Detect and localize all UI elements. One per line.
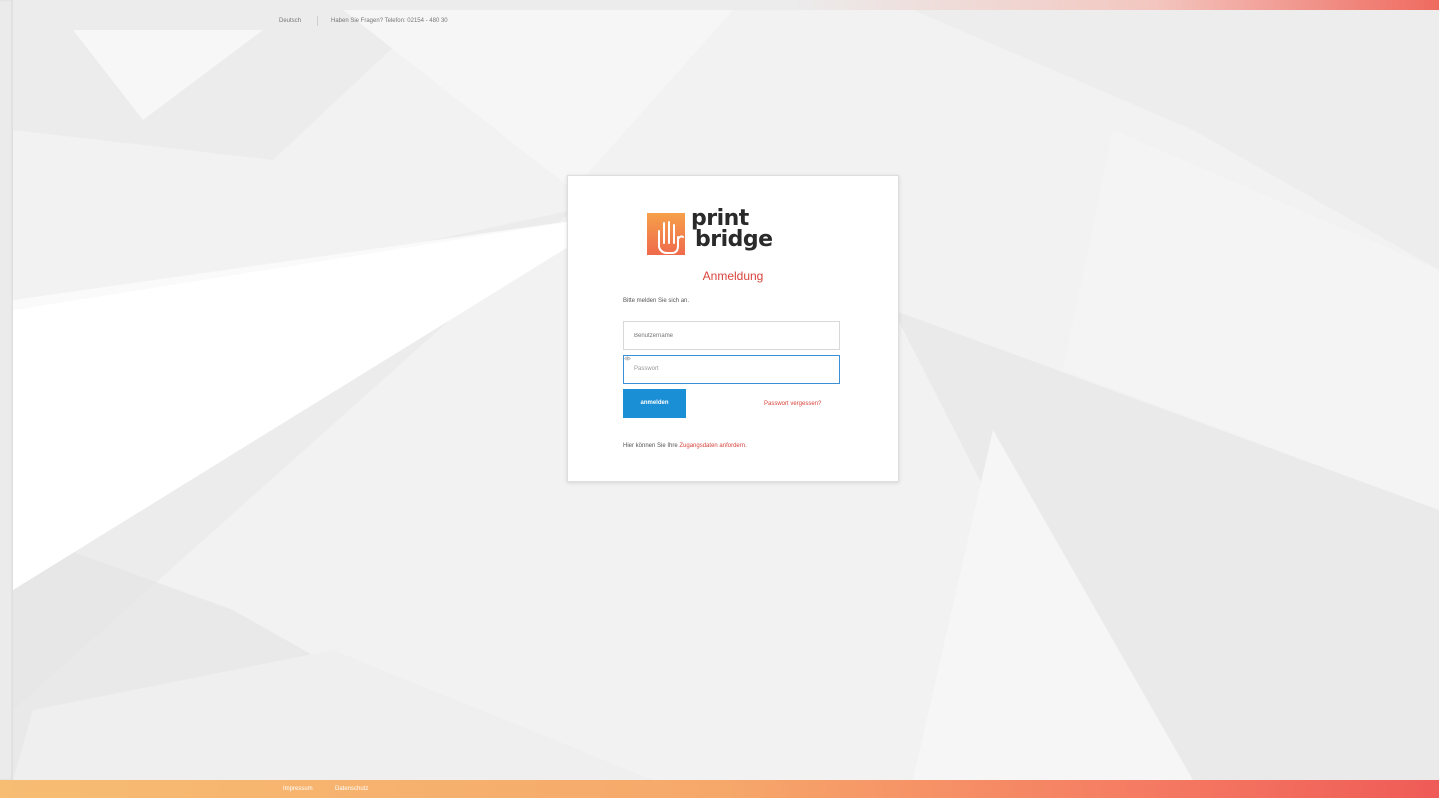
top-accent-bar — [0, 0, 1439, 10]
topbar-divider — [317, 16, 318, 26]
contact-phone: Haben Sie Fragen? Telefon: 02154 - 480 3… — [331, 18, 448, 24]
eye-icon[interactable] — [624, 356, 631, 361]
hand-icon — [647, 213, 685, 255]
request-credentials-text: Hier können Sie Ihre Zugangsdaten anford… — [623, 443, 747, 449]
username-input[interactable] — [623, 321, 840, 350]
brand-word-print: print — [691, 206, 749, 231]
password-field[interactable]: Passwort — [623, 355, 840, 384]
login-card: print bridge Anmeldung Bitte melden Sie … — [567, 175, 899, 482]
request-credentials-link[interactable]: Zugangsdaten anfordern. — [679, 443, 746, 449]
password-input[interactable]: Passwort — [634, 366, 659, 372]
footer-impressum-link[interactable]: Impressum — [283, 786, 313, 792]
request-credentials-prefix: Hier können Sie Ihre — [623, 443, 680, 449]
brand-wordmark: print bridge — [691, 206, 773, 252]
footer-bar: Impressum Datenschutz — [0, 780, 1439, 798]
top-bar: Deutsch Haben Sie Fragen? Telefon: 02154… — [13, 10, 1439, 34]
page-background: Deutsch Haben Sie Fragen? Telefon: 02154… — [13, 10, 1439, 780]
brand-word-bridge: bridge — [695, 227, 773, 252]
footer-datenschutz-link[interactable]: Datenschutz — [335, 786, 368, 792]
login-button[interactable]: anmelden — [623, 389, 686, 418]
login-instruction: Bitte melden Sie sich an. — [623, 298, 690, 304]
forgot-password-link[interactable]: Passwort vergessen? — [764, 401, 821, 407]
page-title: Anmeldung — [702, 269, 764, 283]
hand-icon-drawing — [658, 221, 684, 254]
left-edge — [0, 0, 13, 780]
browser-viewport: Deutsch Haben Sie Fragen? Telefon: 02154… — [0, 0, 1439, 798]
language-selector[interactable]: Deutsch — [279, 18, 301, 24]
brand-logo: print bridge — [647, 208, 827, 258]
